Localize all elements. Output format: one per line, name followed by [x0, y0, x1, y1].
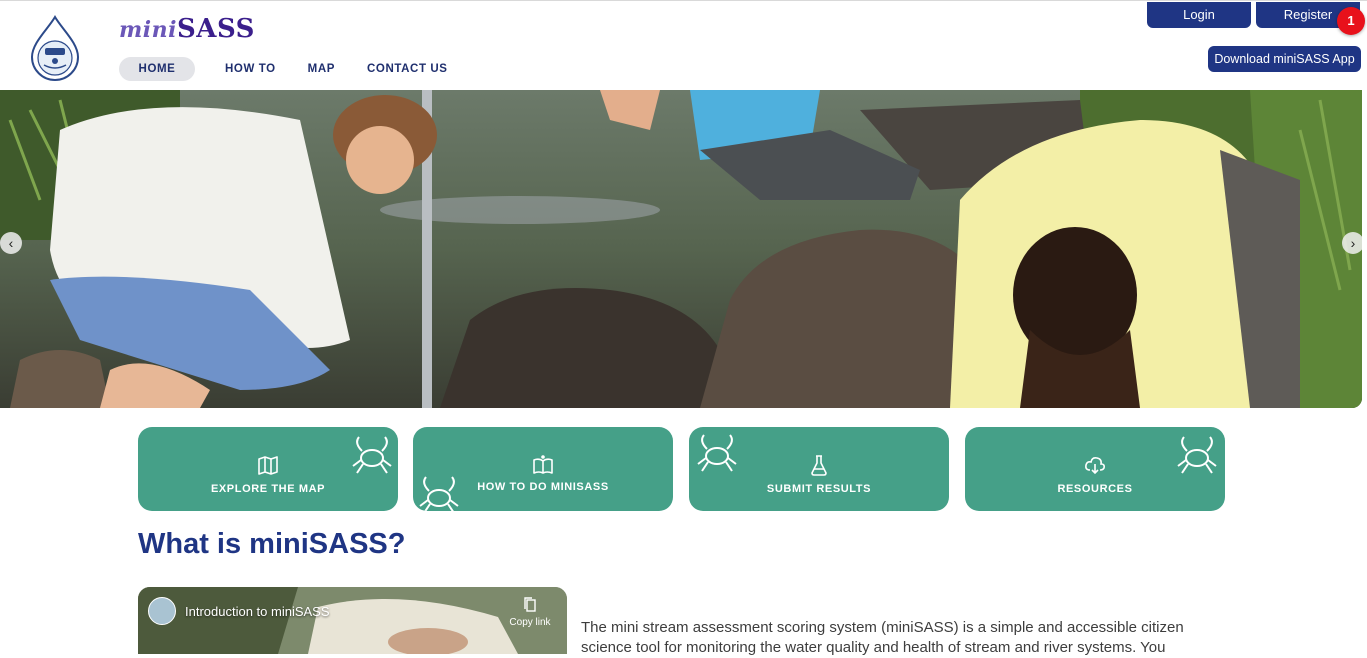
main-nav: HOME HOW TO MAP CONTACT US	[119, 57, 465, 81]
cloud-download-icon	[1085, 457, 1105, 475]
video-thumbnail	[138, 587, 567, 654]
hero-carousel: ‹ ›	[0, 90, 1362, 408]
brand-sass: SASS	[177, 14, 255, 44]
carousel-next-button[interactable]: ›	[1342, 232, 1362, 254]
nav-how-to[interactable]: HOW TO	[210, 57, 291, 81]
carousel-prev-button[interactable]: ‹	[0, 232, 22, 254]
channel-avatar[interactable]	[148, 597, 176, 625]
intro-paragraph: The mini stream assessment scoring syste…	[581, 619, 1184, 656]
map-icon	[258, 456, 278, 475]
card-label: RESOURCES	[1057, 483, 1133, 495]
top-header: miniSASS HOME HOW TO MAP CONTACT US Logi…	[0, 0, 1367, 90]
nav-map[interactable]: MAP	[293, 57, 350, 81]
explore-map-card[interactable]: EXPLORE THE MAP	[138, 427, 398, 511]
crab-icon	[1177, 436, 1217, 474]
hero-photo	[0, 90, 1362, 408]
crab-icon	[697, 434, 737, 472]
submit-results-card[interactable]: SUBMIT RESULTS	[689, 427, 949, 511]
brand-mini: mini	[119, 17, 177, 43]
login-button[interactable]: Login	[1147, 2, 1251, 28]
card-label: EXPLORE THE MAP	[210, 483, 326, 495]
book-icon	[533, 455, 553, 474]
card-label: SUBMIT RESULTS	[766, 483, 872, 495]
copy-icon	[524, 597, 536, 612]
intro-video[interactable]: Introduction to miniSASS Copy link	[138, 587, 567, 654]
notification-badge: 1	[1337, 7, 1365, 35]
video-title[interactable]: Introduction to miniSASS	[185, 604, 330, 619]
section-heading: What is miniSASS?	[138, 528, 406, 560]
how-to-card[interactable]: HOW TO DO MINISASS	[413, 427, 673, 511]
nav-home[interactable]: HOME	[119, 57, 195, 81]
card-label: HOW TO DO MINISASS	[477, 481, 609, 493]
resources-card[interactable]: RESOURCES	[965, 427, 1225, 511]
copy-link-button[interactable]: Copy link	[508, 597, 552, 628]
minisass-logo[interactable]	[26, 15, 84, 83]
copy-link-label: Copy link	[509, 617, 551, 628]
download-app-button[interactable]: Download miniSASS App	[1208, 46, 1361, 72]
crab-icon	[352, 436, 392, 474]
flask-icon	[811, 455, 827, 476]
nav-contact-us[interactable]: CONTACT US	[352, 57, 463, 81]
brand-wordmark[interactable]: miniSASS	[119, 14, 255, 44]
